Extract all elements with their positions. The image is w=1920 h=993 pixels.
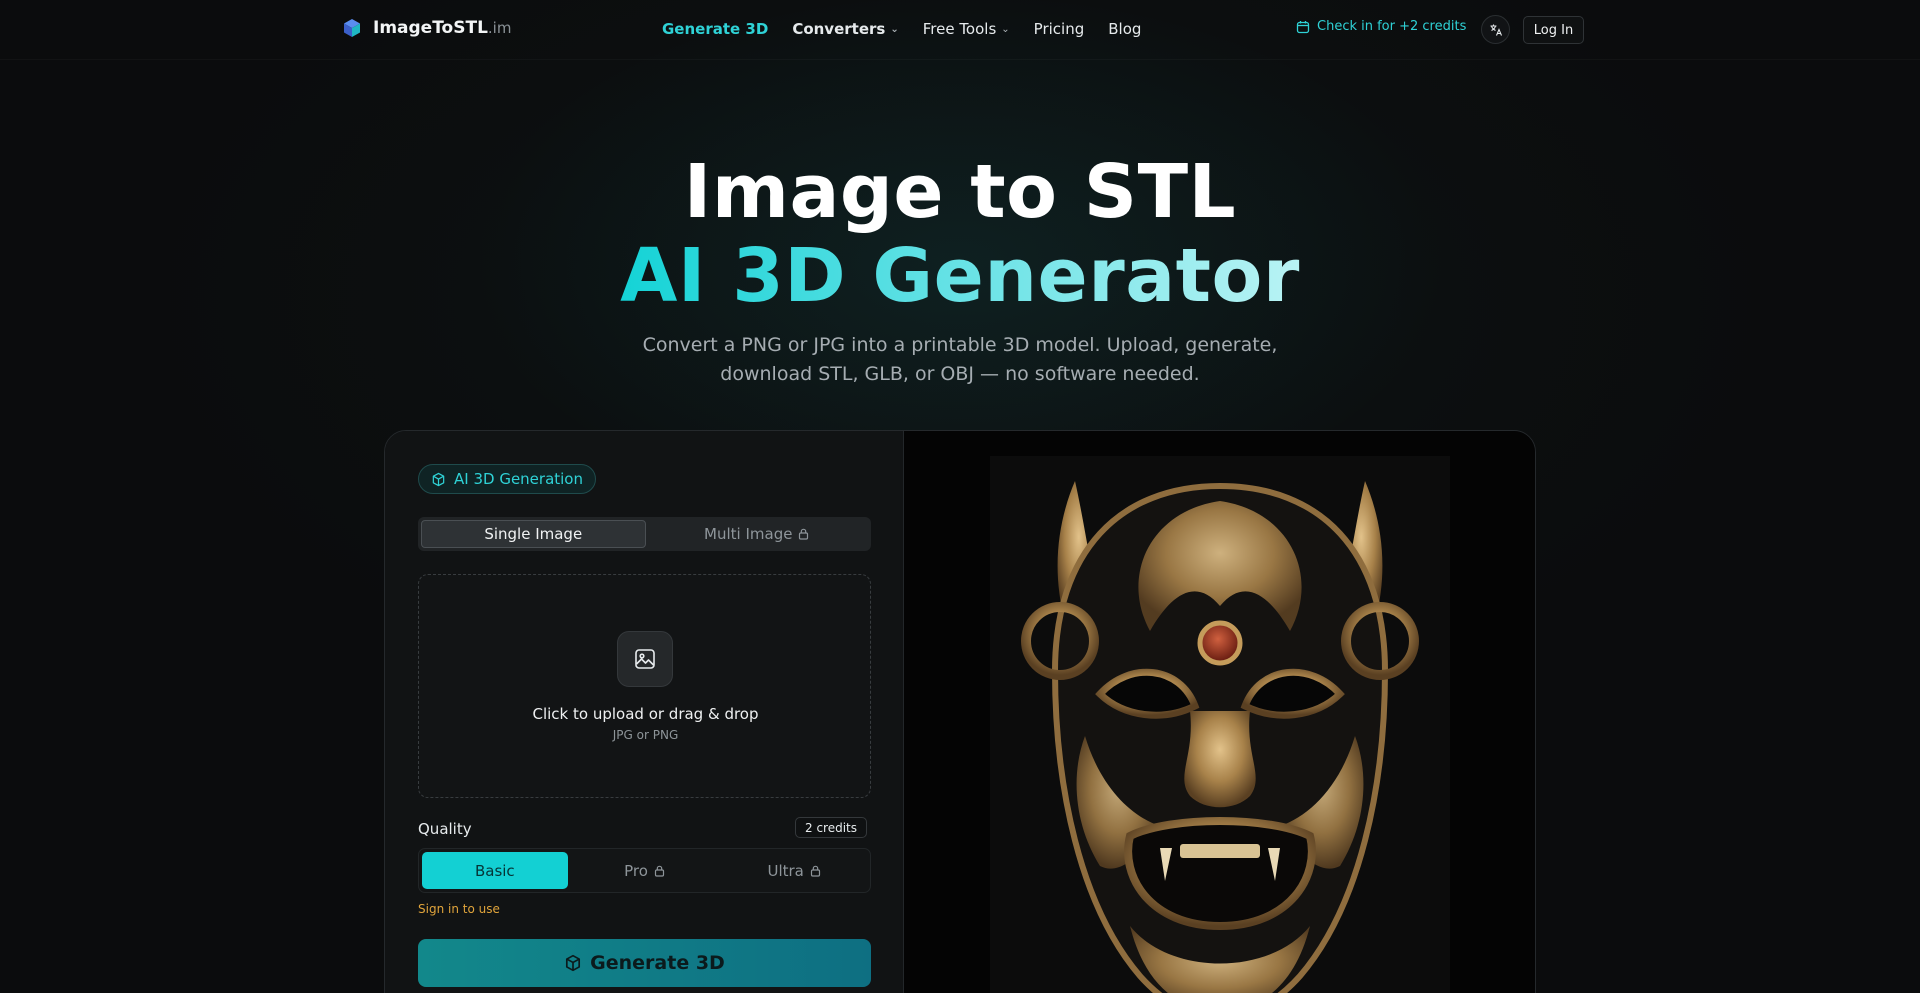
- nav-link-free-tools[interactable]: Free Tools ⌄: [923, 20, 1010, 38]
- quality-selector: Basic Pro Ultra: [418, 848, 871, 893]
- lock-icon: [799, 528, 809, 540]
- lock-icon: [810, 865, 820, 877]
- hero-title-line2: AI 3D Generator: [620, 233, 1300, 319]
- cube-logo-icon: [344, 19, 360, 37]
- tab-single-image[interactable]: Single Image: [421, 520, 646, 548]
- cube-icon: [566, 954, 581, 972]
- calendar-icon: [1296, 20, 1310, 33]
- translate-icon: [1490, 24, 1502, 36]
- nav-link-blog[interactable]: Blog: [1108, 20, 1141, 38]
- lock-icon: [654, 865, 665, 877]
- hero-title-line1: Image to STL: [683, 149, 1237, 235]
- generator-card: AI 3D Generation Single Image Multi Imag…: [384, 430, 1536, 993]
- chevron-down-icon: ⌄: [1001, 23, 1010, 35]
- generator-controls: AI 3D Generation Single Image Multi Imag…: [385, 431, 904, 993]
- chevron-down-icon: ⌄: [890, 23, 899, 35]
- upload-hint: JPG or PNG: [612, 728, 679, 742]
- brand-logo-link[interactable]: ImageToSTL.im: [341, 17, 511, 39]
- upload-title: Click to upload or drag & drop: [532, 705, 759, 723]
- cube-icon: [432, 472, 445, 486]
- nav-link-pricing[interactable]: Pricing: [1034, 20, 1085, 38]
- generate-3d-button[interactable]: Generate 3D: [418, 939, 871, 987]
- ornate-mask-image: [1021, 481, 1419, 993]
- image-mode-toggle: Single Image Multi Image: [418, 517, 871, 551]
- check-in-button[interactable]: Check in for +2 credits: [1296, 19, 1466, 34]
- image-upload-dropzone[interactable]: Click to upload or drag & drop JPG or PN…: [418, 574, 871, 798]
- language-button[interactable]: [1481, 15, 1510, 44]
- top-navbar: ImageToSTL.im Generate 3D Converters ⌄ F…: [0, 0, 1920, 60]
- quality-option-ultra[interactable]: Ultra: [721, 852, 867, 889]
- tab-multi-image[interactable]: Multi Image: [646, 520, 869, 548]
- login-button[interactable]: Log In: [1523, 16, 1584, 44]
- nav-links: Generate 3D Converters ⌄ Free Tools ⌄ Pr…: [662, 20, 1141, 38]
- credits-badge: 2 credits: [795, 817, 868, 838]
- quality-label: Quality: [418, 820, 472, 838]
- nav-link-generate-3d[interactable]: Generate 3D: [662, 20, 768, 38]
- example-model-preview: [990, 456, 1450, 993]
- upload-image-icon-box: [617, 631, 673, 687]
- check-in-label: Check in for +2 credits: [1317, 19, 1467, 34]
- brand-name: ImageToSTL.im: [373, 18, 512, 38]
- quality-option-basic[interactable]: Basic: [422, 852, 568, 889]
- ai-3d-generation-badge: AI 3D Generation: [418, 464, 596, 494]
- preview-pane: [904, 431, 1535, 993]
- image-icon: [635, 649, 655, 669]
- quality-option-pro[interactable]: Pro: [572, 852, 718, 889]
- sign-in-link[interactable]: Sign in to use: [418, 902, 500, 916]
- nav-link-converters[interactable]: Converters ⌄: [792, 20, 898, 38]
- hero-subtitle: Convert a PNG or JPG into a printable 3D…: [642, 334, 1278, 385]
